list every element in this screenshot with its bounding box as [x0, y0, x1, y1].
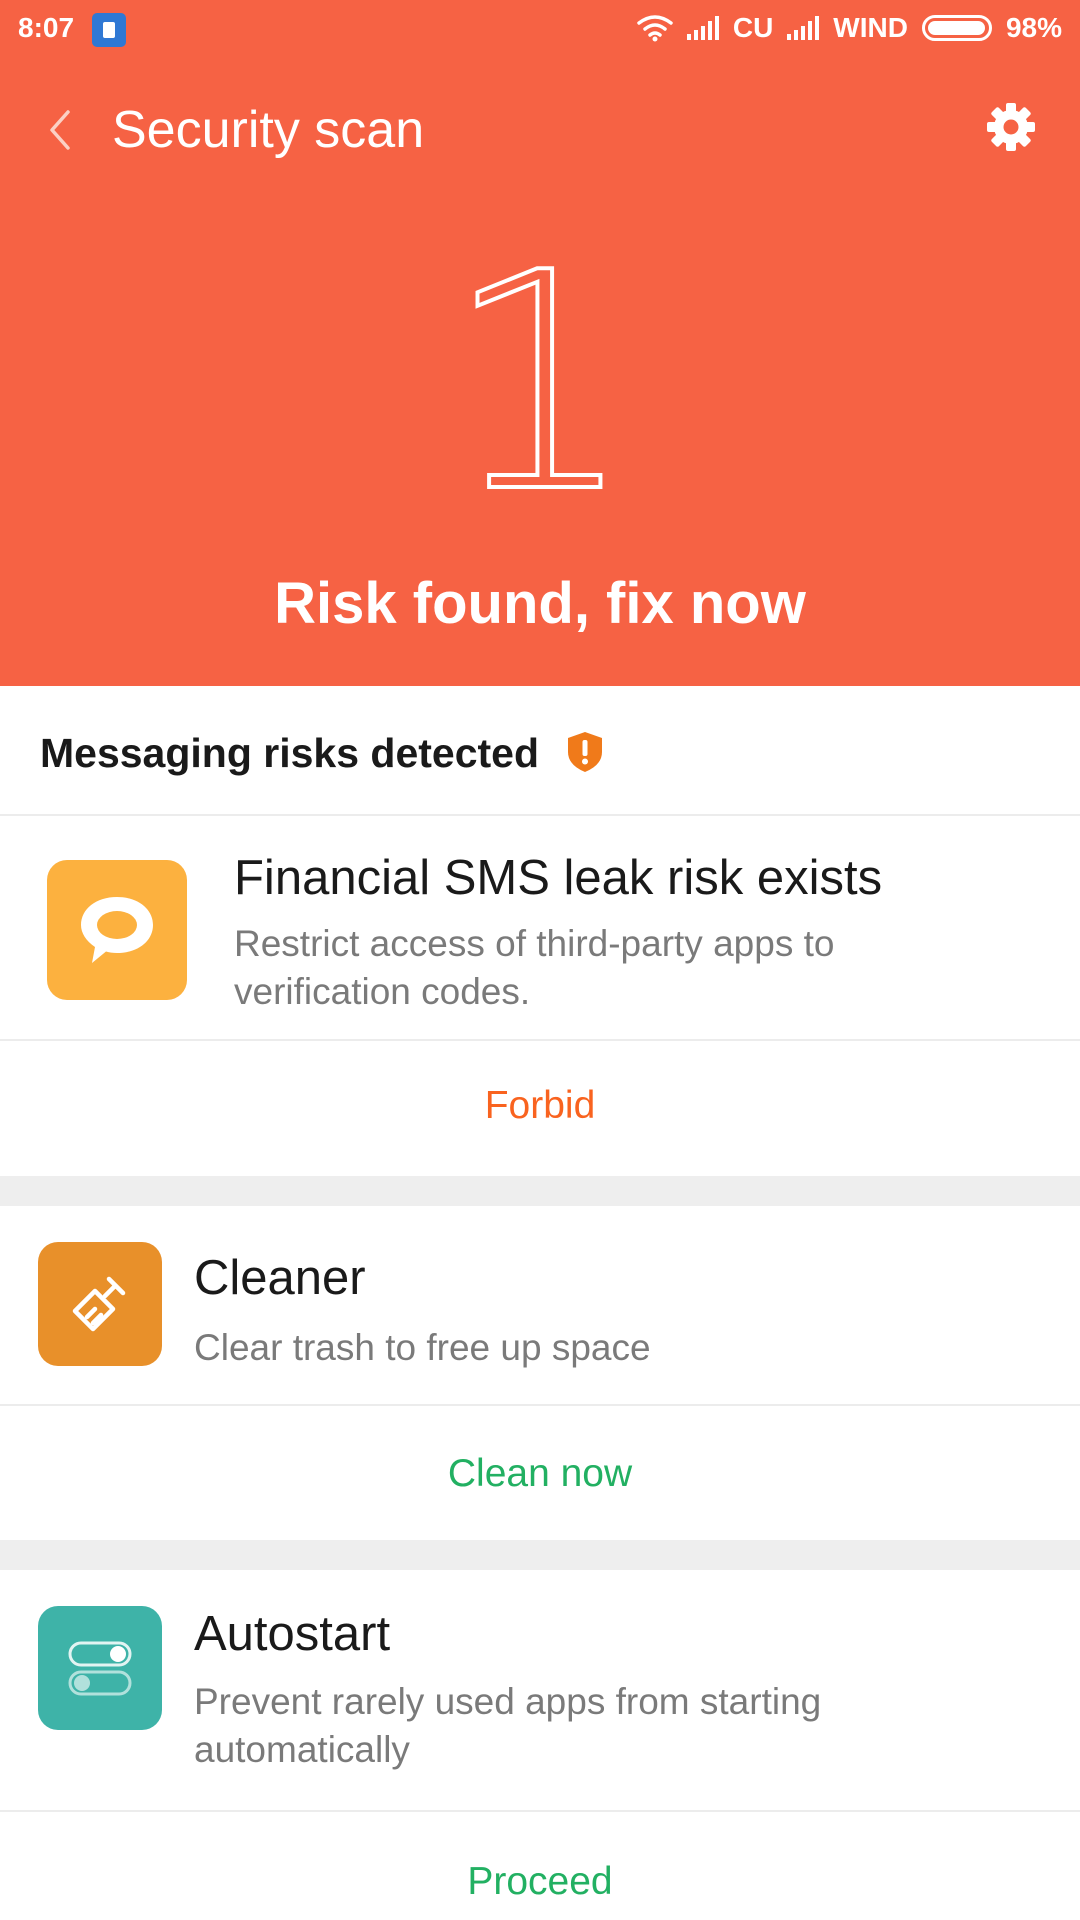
sms-risk-description: Restrict access of third-party apps to v… — [234, 923, 835, 1012]
signal-icon-2 — [787, 16, 820, 40]
clean-now-button[interactable]: Clean now — [0, 1452, 1080, 1496]
sms-risk-title: Financial SMS leak risk exists — [234, 851, 883, 905]
autostart-body: Autostart Prevent rarely used apps from … — [0, 1570, 1080, 1812]
section-divider — [0, 1176, 1080, 1206]
risk-message: Risk found, fix now — [274, 571, 806, 636]
back-button[interactable] — [30, 100, 90, 160]
toggle-switch-icon — [38, 1606, 162, 1730]
status-time: 8:07 — [18, 12, 75, 43]
settings-button[interactable] — [976, 92, 1046, 162]
carrier-2-label: WIND — [833, 12, 908, 43]
cleaner-title: Cleaner — [194, 1251, 366, 1305]
autostart-description: Prevent rarely used apps from starting a… — [194, 1681, 822, 1770]
risk-count: 1 — [443, 245, 638, 495]
chevron-left-icon — [50, 110, 70, 150]
app-bar: Security scan — [0, 80, 1080, 180]
cleaner-body: Cleaner Clear trash to free up space — [0, 1206, 1080, 1406]
forbid-button[interactable]: Forbid — [0, 1084, 1080, 1128]
notification-app-icon — [92, 13, 126, 47]
cleaner-description: Clear trash to free up space — [194, 1327, 651, 1368]
list-item-cleaner: Cleaner Clear trash to free up space Cle… — [0, 1206, 1080, 1542]
section-divider-2 — [0, 1540, 1080, 1570]
status-right-group: CU WIND 98% — [637, 12, 1062, 44]
shield-warning-icon — [568, 732, 602, 772]
gear-icon — [987, 103, 1035, 151]
carrier-1-label: CU — [732, 12, 774, 43]
battery-level: 98% — [1005, 12, 1062, 43]
risk-count-value: 1 — [445, 245, 636, 495]
section-header: Messaging risks detected — [0, 686, 1080, 816]
scan-header: 8:07 CU WIND 98% Security scan 1 Risk fo… — [0, 0, 1080, 686]
proceed-button[interactable]: Proceed — [0, 1860, 1080, 1904]
autostart-title: Autostart — [194, 1607, 391, 1661]
signal-icon-1 — [686, 16, 719, 40]
section-title: Messaging risks detected — [40, 730, 540, 776]
list-item-sms-risk: Financial SMS leak risk exists Restrict … — [0, 818, 1080, 1176]
message-bubble-icon — [47, 860, 187, 1000]
page-title: Security scan — [112, 101, 425, 159]
battery-icon — [921, 15, 992, 41]
battery-fill — [927, 21, 985, 35]
status-bar: 8:07 CU WIND 98% — [0, 0, 1080, 60]
broom-icon — [38, 1242, 162, 1366]
sms-risk-body: Financial SMS leak risk exists Restrict … — [0, 818, 1080, 1041]
wifi-icon — [637, 14, 673, 42]
list-item-autostart: Autostart Prevent rarely used apps from … — [0, 1570, 1080, 1920]
